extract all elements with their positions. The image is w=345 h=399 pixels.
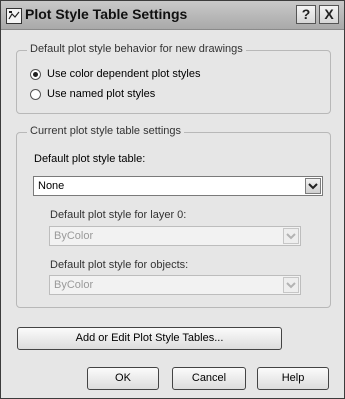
layer0-value: ByColor bbox=[54, 230, 94, 242]
cancel-button[interactable]: Cancel bbox=[172, 367, 246, 390]
radio-label: Use named plot styles bbox=[47, 88, 156, 100]
help-title-button[interactable]: ? bbox=[296, 5, 316, 24]
table-value: None bbox=[38, 180, 65, 192]
layer0-style-dropdown[interactable]: ByColor bbox=[49, 226, 301, 246]
question-mark-icon: ? bbox=[301, 6, 311, 22]
add-edit-plot-style-button[interactable]: Add or Edit Plot Style Tables... bbox=[17, 327, 282, 350]
objects-value: ByColor bbox=[54, 279, 94, 291]
radio-label: Use color dependent plot styles bbox=[47, 68, 201, 80]
window-title: Plot Style Table Settings bbox=[25, 6, 188, 22]
close-icon: X bbox=[324, 6, 334, 22]
ok-button[interactable]: OK bbox=[87, 367, 159, 390]
layer0-label: Default plot style for layer 0: bbox=[50, 209, 187, 221]
plot-style-table-icon bbox=[6, 8, 22, 24]
help-button[interactable]: Help bbox=[257, 367, 329, 390]
objects-style-dropdown[interactable]: ByColor bbox=[49, 275, 301, 295]
plot-style-behavior-group: Default plot style behavior for new draw… bbox=[16, 43, 331, 114]
objects-label: Default plot style for objects: bbox=[50, 259, 189, 271]
dialog-window: Plot Style Table Settings ? X Default pl… bbox=[0, 0, 345, 399]
close-button[interactable]: X bbox=[319, 5, 339, 24]
chevron-down-icon[interactable] bbox=[283, 277, 299, 293]
chevron-down-icon[interactable] bbox=[305, 178, 321, 194]
chevron-down-icon[interactable] bbox=[283, 228, 299, 244]
radio-button-selected[interactable] bbox=[30, 69, 41, 80]
current-table-settings-group: Current plot style table settings Defaul… bbox=[16, 125, 331, 308]
group-title-current: Current plot style table settings bbox=[27, 125, 185, 137]
radio-button[interactable] bbox=[30, 89, 41, 100]
table-label: Default plot style table: bbox=[34, 153, 146, 165]
default-table-dropdown[interactable]: None bbox=[33, 176, 323, 196]
group-title-behavior: Default plot style behavior for new draw… bbox=[27, 43, 246, 55]
title-bar[interactable]: Plot Style Table Settings ? X bbox=[1, 1, 344, 30]
